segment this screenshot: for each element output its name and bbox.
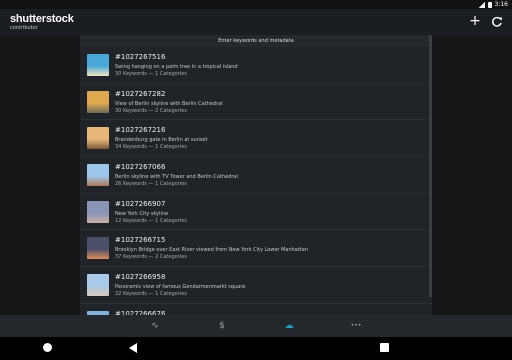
image-thumbnail: [87, 90, 109, 113]
image-list: #1027267516 Swing hanging on a palm tree …: [80, 47, 432, 315]
list-item[interactable]: #1027267066 Berlin skyline with TV Tower …: [80, 157, 432, 194]
item-id: #1027267282: [115, 89, 166, 98]
battery-icon: [487, 1, 492, 8]
item-meta: 12 Keywords — 1 Categories: [115, 217, 187, 224]
item-id: #1027267216: [115, 126, 166, 135]
logo-brand: shutterstock: [10, 13, 74, 25]
nav-earnings[interactable]: $: [216, 320, 228, 332]
item-title: Brooklyn Bridge over East River viewed f…: [115, 247, 308, 254]
item-title: Swing hanging on a palm tree in a tropic…: [115, 64, 238, 70]
earnings-icon: $: [219, 321, 225, 331]
image-thumbnail: [87, 274, 109, 297]
list-item[interactable]: #1027267516 Swing hanging on a palm tree …: [80, 47, 432, 84]
item-title: Panoramic view of famous Gendarmenmarkt …: [115, 284, 246, 291]
item-meta: 34 Keywords — 1 Categories: [115, 144, 187, 151]
signal-icon: [478, 1, 485, 8]
refresh-icon: [492, 16, 502, 27]
system-navigation-bar: [0, 337, 512, 360]
item-id: #1027267516: [115, 53, 166, 61]
list-item[interactable]: #1027266676: [80, 304, 432, 315]
metadata-panel: Enter keywords and metadata #1027267516 S…: [80, 35, 432, 315]
item-meta: 26 Keywords — 1 Categories: [115, 181, 187, 188]
recents-icon[interactable]: [380, 343, 389, 352]
app-bar: shutterstock contributor +: [0, 9, 512, 35]
status-icons: 3:16: [478, 1, 508, 8]
list-item[interactable]: #1027266715 Brooklyn Bridge over East Riv…: [80, 230, 432, 268]
app-logo: shutterstock contributor: [10, 14, 74, 31]
image-thumbnail: [87, 127, 109, 150]
list-item[interactable]: #1027266958 Panoramic view of famous Gend…: [80, 267, 432, 304]
item-meta: 30 Keywords — 1 Categories: [115, 71, 187, 77]
activity-icon: ∿: [151, 321, 159, 331]
item-title: View of Berlin skyline with Berlin Cathe…: [115, 100, 223, 107]
image-thumbnail: [87, 164, 109, 187]
logo-subtitle: contributor: [10, 25, 38, 31]
status-bar: 3:16: [0, 0, 512, 9]
nav-upload[interactable]: ☁: [283, 320, 295, 332]
item-meta: 32 Keywords — 1 Categories: [115, 291, 187, 298]
bottom-navigation: ∿ $ ☁ •••: [0, 315, 512, 337]
list-item[interactable]: #1027267216 Brandenburg gate in Berlin at…: [80, 120, 432, 158]
item-meta: 37 Keywords — 2 Categories: [115, 254, 187, 261]
item-title: Brandenburg gate in Berlin at sunset: [115, 137, 208, 144]
item-id: #1027266907: [115, 199, 166, 208]
item-title: New York City skyline: [115, 210, 169, 217]
item-title: Berlin skyline with TV Tower and Berlin …: [115, 174, 238, 181]
item-id: #1027266958: [115, 273, 166, 282]
nav-more[interactable]: •••: [348, 320, 364, 332]
item-id: #1027266715: [115, 236, 166, 245]
back-icon[interactable]: [129, 343, 137, 353]
list-item[interactable]: #1027267282 View of Berlin skyline with B…: [80, 84, 432, 121]
upload-cloud-icon: ☁: [284, 321, 294, 331]
more-icon: •••: [350, 322, 362, 329]
item-id: #1027267066: [115, 163, 166, 172]
list-scrollbar[interactable]: [429, 35, 432, 297]
add-button[interactable]: +: [468, 14, 482, 28]
nav-activity[interactable]: ∿: [149, 320, 161, 332]
item-meta: 30 Keywords — 2 Categories: [115, 107, 187, 114]
image-thumbnail: [87, 237, 109, 260]
panel-header: Enter keywords and metadata: [80, 35, 432, 47]
image-thumbnail: [87, 200, 109, 223]
status-time: 3:16: [494, 1, 508, 8]
refresh-button[interactable]: [490, 14, 504, 28]
list-item[interactable]: #1027266907 New York City skyline 12 Keywo…: [80, 194, 432, 231]
home-icon[interactable]: [43, 343, 52, 352]
image-thumbnail: [87, 54, 109, 76]
plus-icon: +: [469, 13, 481, 29]
